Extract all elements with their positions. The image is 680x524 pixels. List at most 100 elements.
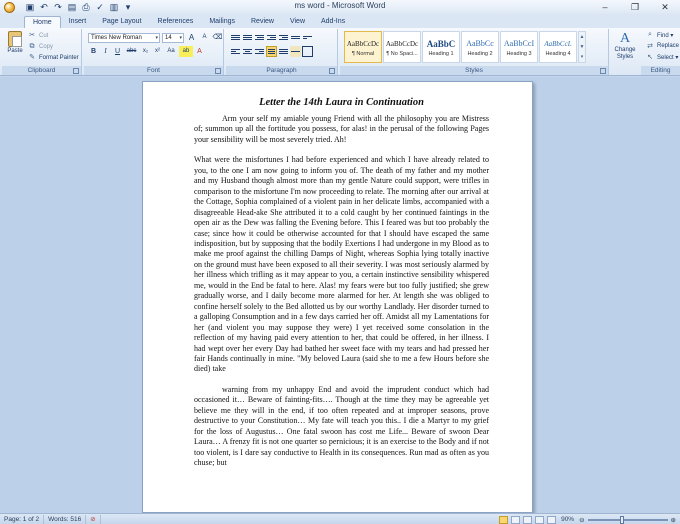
window-controls: – ❐ ✕ [590,0,680,14]
paragraph-launcher-icon[interactable] [329,68,335,74]
zoom-slider-knob[interactable] [619,515,624,524]
replace-icon: ⇄ [647,43,653,50]
style-name: ¶ Normal [351,51,375,57]
select-icon: ↖ [647,54,653,61]
tab-add-ins[interactable]: Add-Ins [313,16,353,28]
tab-home[interactable]: Home [24,16,61,28]
select-button[interactable]: ↖ Select ▾ [646,52,679,62]
close-button[interactable]: ✕ [650,0,680,14]
zoom-out-icon[interactable]: ⊖ [579,516,584,524]
document-area[interactable]: Letter the 14th Laura in Continuation Ar… [0,77,680,513]
style-name: Heading 3 [506,51,532,57]
paste-icon[interactable]: ▥ [108,2,120,13]
numbering-icon[interactable] [242,32,253,43]
paragraph-1: Arm your self my amiable young Friend wi… [194,114,489,144]
quick-access-toolbar: ▣ ↶ ↷ ▤ ⎙ ✓ ▥ ▾ [24,2,134,13]
zoom-slider[interactable] [587,515,668,524]
word-count[interactable]: Words: 516 [44,514,87,524]
highlight-button[interactable]: ab [179,46,193,57]
style-heading-1[interactable]: AaBbC Heading 1 [422,31,460,63]
show-marks-icon[interactable] [302,32,313,43]
justify-icon[interactable] [266,46,277,57]
align-left-icon[interactable] [230,46,241,57]
binoculars-icon: ⌕ [648,31,652,38]
chevron-down-icon: ▾ [155,34,158,41]
outline-view-button[interactable] [535,515,545,524]
decrease-indent-icon[interactable] [266,32,277,43]
clipboard-launcher-icon[interactable] [73,68,79,74]
underline-button[interactable]: U [112,46,123,57]
style-heading-2[interactable]: AaBbCc Heading 2 [461,31,499,63]
document-title: Letter the 14th Laura in Continuation [259,97,424,108]
bold-button[interactable]: B [88,46,99,57]
ribbon-tabs: Home Insert Page Layout References Maili… [0,14,680,28]
shading-icon[interactable] [290,46,301,57]
font-group: Times New Roman ▾ 14 ▾ A A ⌫ B I U abc x₂ … [84,29,224,75]
style-name: Heading 4 [545,51,571,57]
find-button[interactable]: ⌕ Find ▾ [646,30,679,40]
office-button[interactable] [0,0,18,14]
font-family-select[interactable]: Times New Roman ▾ [88,32,160,43]
font-color-button[interactable]: A [194,46,205,57]
font-family-value: Times New Roman [91,34,142,41]
tab-page-layout[interactable]: Page Layout [94,16,149,28]
italic-button[interactable]: I [100,46,111,57]
paste-button[interactable]: Paste [5,31,25,54]
font-size-select[interactable]: 14 ▾ [162,32,184,43]
draft-view-button[interactable] [547,515,557,524]
replace-label: Replace [657,43,680,49]
styles-gallery: AaBbCcDc ¶ Normal AaBbCcDc ¶ No Spaci... A… [344,31,586,63]
full-screen-view-button[interactable] [511,515,521,524]
strikethrough-button[interactable]: abc [124,46,139,57]
zoom-in-icon[interactable]: ⊕ [671,516,676,524]
open-icon[interactable]: ▤ [66,2,78,13]
minimize-button[interactable]: – [590,0,620,14]
save-icon[interactable]: ▣ [24,2,36,13]
undo-icon[interactable]: ↶ [38,2,50,13]
font-launcher-icon[interactable] [215,68,221,74]
style-normal[interactable]: AaBbCcDc ¶ Normal [344,31,382,63]
borders-icon[interactable] [302,46,313,57]
sort-icon[interactable] [290,32,301,43]
clear-format-icon[interactable]: ⌫ [212,32,223,43]
subscript-button[interactable]: x₂ [140,46,151,57]
customize-icon[interactable]: ▾ [122,2,134,13]
multilevel-list-icon[interactable] [254,32,265,43]
change-styles-button[interactable]: A Change Styles [612,31,638,61]
align-right-icon[interactable] [254,46,265,57]
superscript-button[interactable]: x² [152,46,163,57]
align-center-icon[interactable] [242,46,253,57]
zoom-level[interactable]: 90% [561,516,574,523]
copy-button[interactable]: ⧉ Copy [28,42,79,52]
redo-icon[interactable]: ↷ [52,2,64,13]
print-icon[interactable]: ⎙ [80,2,92,13]
format-painter-button[interactable]: ✎ Format Painter [28,53,79,63]
style-no-spacing[interactable]: AaBbCcDc ¶ No Spaci... [383,31,421,63]
bullets-icon[interactable] [230,32,241,43]
increase-indent-icon[interactable] [278,32,289,43]
print-layout-view-button[interactable] [499,515,509,524]
style-heading-3[interactable]: AaBbCcI Heading 3 [500,31,538,63]
maximize-button[interactable]: ❐ [620,0,650,14]
tab-mailings[interactable]: Mailings [201,16,243,28]
web-layout-view-button[interactable] [523,515,533,524]
tab-review[interactable]: Review [243,16,282,28]
change-case-button[interactable]: Aa [164,46,178,57]
style-heading-4[interactable]: AaBbCcL Heading 4 [539,31,577,63]
styles-launcher-icon[interactable] [600,68,606,74]
page-count[interactable]: Page: 1 of 2 [0,514,45,524]
spelling-icon[interactable]: ✓ [94,2,106,13]
replace-button[interactable]: ⇄ Replace [646,41,679,51]
font-size-value: 14 [165,34,172,41]
tab-insert[interactable]: Insert [61,16,95,28]
line-spacing-icon[interactable] [278,46,289,57]
style-sample: AaBbC [426,39,456,49]
proofing-icon[interactable]: ⊘ [86,514,101,524]
cut-button[interactable]: ✂ Cut [28,31,79,41]
grow-font-button[interactable]: A [186,32,197,43]
tab-references[interactable]: References [150,16,202,28]
tab-view[interactable]: View [282,16,313,28]
document-page[interactable]: Letter the 14th Laura in Continuation Ar… [142,81,533,513]
shrink-font-button[interactable]: A [199,32,210,43]
gallery-scroll[interactable]: ▲ ▼ ▾ [578,31,586,63]
